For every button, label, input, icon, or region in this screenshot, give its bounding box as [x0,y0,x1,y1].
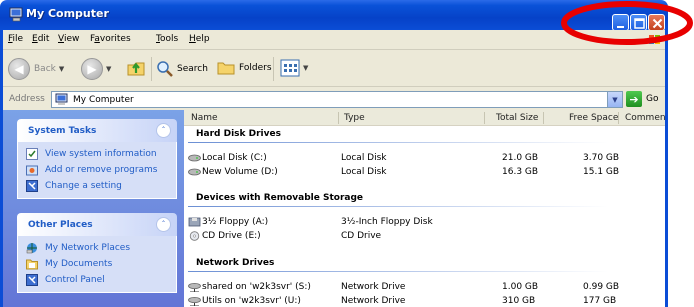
column-divider[interactable] [338,112,339,124]
column-total-size[interactable]: Total Size [496,113,538,123]
toolbar-separator [273,57,274,81]
back-button[interactable]: ◀ Back ▼ [8,58,64,80]
menu-tools[interactable]: Tools [156,34,178,44]
windows-logo-icon [645,32,665,48]
system-tasks-list: View system information Add or remove pr… [17,142,177,199]
views-icon [280,59,300,77]
go-button[interactable]: ➔ [626,91,642,107]
address-dropdown-button[interactable]: ▼ [607,92,622,107]
my-computer-icon [55,93,68,105]
file-list-view[interactable]: Name Type Total Size Free Space Comments… [184,110,665,307]
title-bar[interactable]: My Computer [0,0,668,31]
floppy-drive-icon [188,217,201,227]
window-title: My Computer [26,7,109,20]
search-button[interactable]: Search [156,60,208,78]
task-pane: System Tasks ˆ View system information A… [3,110,184,307]
hard-disk-icon [188,168,201,176]
address-input[interactable]: My Computer ▼ [51,91,623,108]
address-bar: Address My Computer ▼ ➔ Go [3,88,665,110]
maximize-button[interactable] [630,14,647,31]
toolbar-separator [151,57,152,81]
hard-disk-icon [188,154,201,162]
column-header-row: Name Type Total Size Free Space Comments [184,110,665,126]
menu-file[interactable]: File [8,34,23,44]
folder-icon [26,259,38,270]
info-icon [26,148,38,160]
chevron-down-icon: ▼ [612,95,618,104]
close-button[interactable] [648,14,665,31]
column-comments[interactable]: Comments [625,113,665,123]
group-header: Devices with Removable Storage [196,193,364,203]
column-divider[interactable] [543,112,544,124]
column-free-space[interactable]: Free Space [569,113,618,123]
column-type[interactable]: Type [344,113,365,123]
group-divider [188,142,608,143]
panel-title: System Tasks [28,126,97,136]
chevron-down-icon: ▼ [303,64,309,72]
up-folder-icon [127,62,145,76]
go-label[interactable]: Go [646,94,658,104]
other-places-panel: Other Places ˆ My Network Places My Docu… [17,213,177,293]
forward-arrow-icon: ▶ [81,58,103,80]
column-name[interactable]: Name [191,113,218,123]
group-header: Network Drives [196,258,275,268]
network-icon [26,243,37,254]
folder-icon [217,62,235,75]
group-divider [188,271,608,272]
task-add-remove-programs[interactable]: Add or remove programs [18,162,176,178]
system-tasks-panel: System Tasks ˆ View system information A… [17,119,177,199]
task-change-a-setting[interactable]: Change a setting [18,178,176,194]
place-control-panel[interactable]: Control Panel [18,272,176,288]
toolbar: ◀ Back ▼ ▶ ▼ Search Folders ▼ [3,51,665,87]
network-drive-icon [188,297,201,306]
group-header: Hard Disk Drives [196,129,281,139]
chevron-down-icon: ▼ [106,65,112,73]
back-arrow-icon: ◀ [8,58,30,80]
go-arrow-icon: ➔ [629,92,639,106]
place-my-network-places[interactable]: My Network Places [18,240,176,256]
address-value: My Computer [73,95,134,105]
place-my-documents[interactable]: My Documents [18,256,176,272]
control-panel-icon [26,274,38,286]
search-icon [157,61,173,77]
forward-button[interactable]: ▶ ▼ [81,58,111,80]
menu-bar: File Edit View Favorites Tools Help [3,30,665,50]
programs-icon [26,165,38,176]
collapse-chevron-icon[interactable]: ˆ [156,123,171,138]
other-places-header[interactable]: Other Places ˆ [17,213,177,236]
menu-favorites[interactable]: Favorites [90,34,131,44]
menu-edit[interactable]: Edit [32,34,49,44]
panel-title: Other Places [28,220,93,230]
views-button[interactable]: ▼ [280,59,308,77]
task-view-system-information[interactable]: View system information [18,146,176,162]
column-divider[interactable] [618,112,619,124]
menu-view[interactable]: View [58,34,79,44]
folders-button[interactable]: Folders [217,60,272,76]
column-divider[interactable] [484,112,485,124]
system-tasks-header[interactable]: System Tasks ˆ [17,119,177,142]
minimize-button[interactable] [612,14,629,31]
menu-help[interactable]: Help [189,34,210,44]
network-drive-icon [188,283,201,292]
other-places-list: My Network Places My Documents Control P… [17,236,177,293]
chevron-down-icon: ▼ [58,65,65,73]
up-folder-button[interactable] [126,58,146,78]
group-divider [188,206,608,207]
control-panel-icon [26,180,38,192]
my-computer-icon [9,7,23,22]
address-label: Address [9,94,45,104]
cd-drive-icon [189,231,200,241]
collapse-chevron-icon[interactable]: ˆ [156,217,171,232]
